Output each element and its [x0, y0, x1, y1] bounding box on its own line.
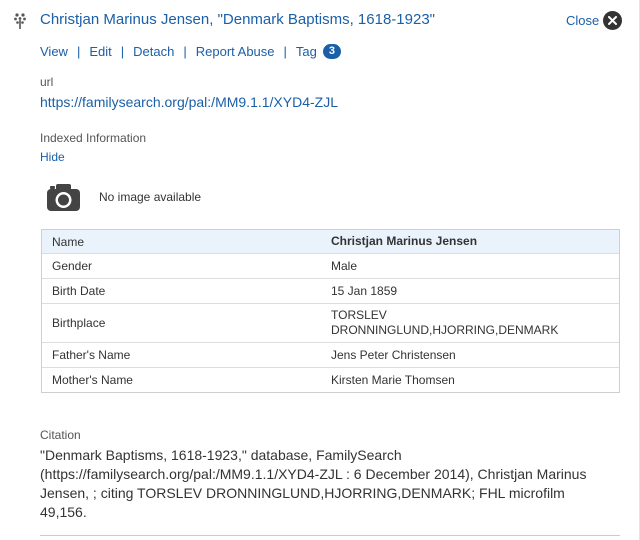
tag-count-badge[interactable]: 3	[322, 44, 341, 59]
field-value: Christjan Marinus Jensen	[331, 234, 478, 248]
view-link[interactable]: View	[40, 44, 68, 59]
table-row: Father's Name Jens Peter Christensen	[42, 342, 619, 367]
detach-link[interactable]: Detach	[133, 44, 174, 59]
report-abuse-link[interactable]: Report Abuse	[196, 44, 275, 59]
close-link[interactable]: Close	[566, 13, 599, 28]
field-label: Mother's Name	[52, 373, 133, 387]
field-label: Father's Name	[52, 348, 131, 362]
record-actions: View | Edit | Detach | Report Abuse | Ta…	[40, 44, 341, 59]
record-title[interactable]: Christjan Marinus Jensen, "Denmark Bapti…	[40, 11, 435, 28]
table-row: Gender Male	[42, 253, 619, 278]
separator: |	[76, 44, 81, 59]
indexed-information-label: Indexed Information	[40, 131, 147, 145]
citation-label: Citation	[40, 428, 81, 442]
field-label: Name	[52, 234, 85, 249]
field-label: Gender	[52, 259, 93, 273]
field-label: Birth Date	[52, 284, 106, 298]
record-detail-panel: Christjan Marinus Jensen, "Denmark Bapti…	[0, 0, 640, 540]
citation-text: "Denmark Baptisms, 1618-1923," database,…	[40, 447, 587, 520]
table-row: Mother's Name Kirsten Marie Thomsen	[42, 367, 619, 392]
table-row: Name Christjan Marinus Jensen	[42, 230, 619, 253]
field-value: Male	[331, 258, 358, 273]
tag-link[interactable]: Tag	[296, 44, 317, 59]
separator: |	[283, 44, 287, 59]
field-label: Birthplace	[52, 316, 106, 330]
divider	[40, 535, 620, 536]
no-image-text: No image available	[99, 190, 202, 204]
table-row: Birthplace TORSLEV DRONNINGLUND,HJORRING…	[42, 303, 619, 342]
url-link[interactable]: https://familysearch.org/pal:/MM9.1.1/XY…	[40, 94, 338, 110]
hide-toggle-link[interactable]: Hide	[40, 150, 65, 164]
separator: |	[183, 44, 187, 59]
close-circle-icon[interactable]	[603, 11, 622, 30]
field-value: Kirsten Marie Thomsen	[331, 372, 455, 387]
separator: |	[120, 44, 125, 59]
url-label: url	[40, 75, 54, 89]
field-value: Jens Peter Christensen	[331, 347, 456, 362]
field-value: TORSLEV DRONNINGLUND,HJORRING,DENMARK	[331, 308, 559, 337]
record-table: Name Christjan Marinus Jensen Gender Mal…	[41, 229, 620, 393]
camera-icon	[47, 184, 80, 211]
family-tree-icon	[14, 13, 26, 29]
field-value: 15 Jan 1859	[331, 283, 398, 298]
table-row: Birth Date 15 Jan 1859	[42, 278, 619, 303]
edit-link[interactable]: Edit	[89, 44, 111, 59]
